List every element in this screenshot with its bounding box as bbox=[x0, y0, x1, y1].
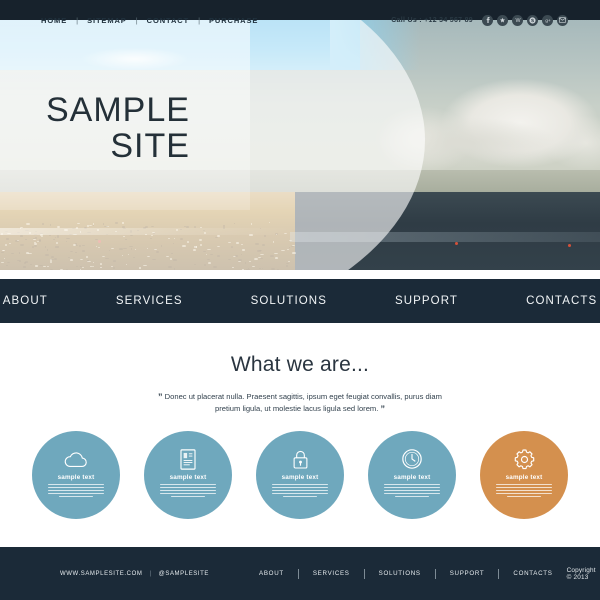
page-footer: WWW.SAMPLESITE.COM | @SAMPLESITE ABOUT S… bbox=[0, 547, 600, 600]
footer-nav-item-contacts[interactable]: CONTACTS bbox=[499, 570, 566, 577]
feature-circle-clock[interactable]: sample text bbox=[368, 431, 456, 519]
hero-banner: HOME | SITEMAP | CONTACT | PURCHASE Call… bbox=[0, 0, 600, 270]
page-title: What we are... bbox=[230, 353, 370, 376]
nav-item-contacts[interactable]: CONTACTS bbox=[492, 295, 600, 307]
top-nav-item-home[interactable]: HOME bbox=[32, 16, 76, 25]
nav-item-support[interactable]: SUPPORT bbox=[361, 295, 492, 307]
buoy-marker bbox=[455, 242, 458, 245]
feature-title: sample text bbox=[281, 474, 319, 481]
feature-circle-cloud[interactable]: sample text bbox=[32, 431, 120, 519]
lock-icon bbox=[292, 448, 309, 470]
feature-circle-lock[interactable]: sample text bbox=[256, 431, 344, 519]
website-template-page: HOME | SITEMAP | CONTACT | PURCHASE Call… bbox=[0, 0, 600, 600]
intro-quote: ” Donec ut placerat nulla. Praesent sagi… bbox=[150, 391, 450, 415]
quote-close-mark: ” bbox=[380, 404, 385, 414]
feature-circle-gear[interactable]: sample text bbox=[480, 431, 568, 519]
footer-nav-item-services[interactable]: SERVICES bbox=[299, 570, 364, 577]
call-us-text: Call Us : +12 34 567 89 bbox=[391, 16, 473, 24]
top-nav-item-sitemap[interactable]: SITEMAP bbox=[78, 16, 136, 25]
footer-nav-item-support[interactable]: SUPPORT bbox=[436, 570, 499, 577]
feature-title: sample text bbox=[393, 474, 431, 481]
social-icon-list: W g+ bbox=[482, 14, 568, 26]
main-navigation: ABOUT SERVICES SOLUTIONS SUPPORT CONTACT… bbox=[0, 279, 600, 323]
buoy-marker bbox=[568, 244, 571, 247]
top-nav-item-contact[interactable]: CONTACT bbox=[138, 16, 198, 25]
feature-text-lines bbox=[384, 484, 440, 497]
skype-icon[interactable] bbox=[527, 14, 538, 26]
footer-navigation: ABOUT SERVICES SOLUTIONS SUPPORT CONTACT… bbox=[245, 568, 567, 579]
footer-brand-links: WWW.SAMPLESITE.COM | @SAMPLESITE bbox=[60, 571, 209, 577]
hero-title-line1: SAMPLE bbox=[46, 91, 190, 129]
top-nav-item-purchase[interactable]: PURCHASE bbox=[200, 16, 267, 25]
gear-icon bbox=[513, 448, 536, 470]
feature-title: sample text bbox=[57, 474, 95, 481]
flickr-icon[interactable] bbox=[497, 14, 508, 26]
nav-item-services[interactable]: SERVICES bbox=[82, 295, 217, 307]
quote-text: Donec ut placerat nulla. Praesent sagitt… bbox=[164, 392, 442, 413]
document-icon bbox=[180, 448, 196, 470]
footer-social-handle[interactable]: @SAMPLESITE bbox=[159, 571, 209, 577]
footer-website-link[interactable]: WWW.SAMPLESITE.COM bbox=[60, 571, 142, 577]
footer-nav-item-solutions[interactable]: SOLUTIONS bbox=[365, 570, 435, 577]
feature-text-lines bbox=[496, 484, 552, 497]
footer-nav-item-about[interactable]: ABOUT bbox=[245, 570, 298, 577]
top-bar-right: Call Us : +12 34 567 89 W g+ bbox=[391, 14, 568, 26]
feature-text-lines bbox=[160, 484, 216, 497]
footer-separator: | bbox=[149, 570, 152, 577]
svg-text:W: W bbox=[515, 18, 521, 24]
facebook-icon[interactable] bbox=[482, 14, 493, 26]
feature-text-lines bbox=[272, 484, 328, 497]
main-content: What we are... ” Donec ut placerat nulla… bbox=[0, 323, 600, 547]
quote-open-mark: ” bbox=[158, 392, 163, 402]
cloud-icon bbox=[63, 448, 89, 470]
hero-title: SAMPLE SITE bbox=[46, 92, 190, 164]
feature-title: sample text bbox=[169, 474, 207, 481]
feature-circle-list: sample text sample text sample text samp… bbox=[0, 431, 600, 519]
nav-item-solutions[interactable]: SOLUTIONS bbox=[217, 295, 361, 307]
copyright-text: Copyright © 2013 bbox=[566, 566, 596, 581]
feature-title: sample text bbox=[505, 474, 543, 481]
hero-title-line2: SITE bbox=[110, 127, 190, 165]
feature-text-lines bbox=[48, 484, 104, 497]
footer-wrapper: WWW.SAMPLESITE.COM | @SAMPLESITE ABOUT S… bbox=[0, 567, 600, 581]
wordpress-icon[interactable]: W bbox=[512, 14, 523, 26]
google-plus-icon[interactable]: g+ bbox=[542, 14, 553, 26]
top-navigation: HOME | SITEMAP | CONTACT | PURCHASE bbox=[32, 16, 267, 25]
top-bar: HOME | SITEMAP | CONTACT | PURCHASE Call… bbox=[0, 8, 600, 32]
svg-text:g+: g+ bbox=[545, 18, 551, 23]
email-icon[interactable] bbox=[557, 14, 568, 26]
clock-icon bbox=[401, 448, 423, 470]
nav-item-about[interactable]: ABOUT bbox=[0, 295, 82, 307]
feature-circle-document[interactable]: sample text bbox=[144, 431, 232, 519]
